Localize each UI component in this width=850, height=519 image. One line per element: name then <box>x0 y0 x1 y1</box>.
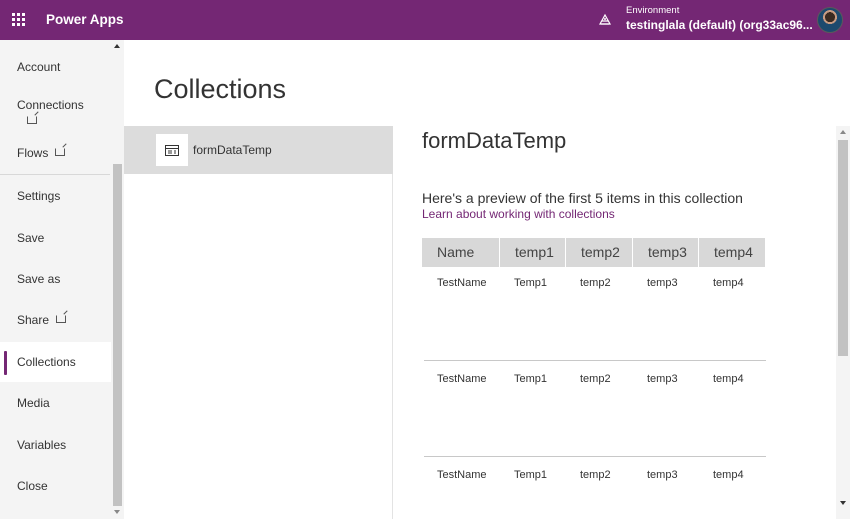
table-cell: temp2 <box>580 277 611 289</box>
nav-item-share[interactable]: Share <box>0 300 111 340</box>
table-cell: temp4 <box>713 373 744 385</box>
external-link-icon <box>27 116 37 124</box>
nav-item-label: Save <box>17 231 45 245</box>
nav-divider <box>0 174 110 175</box>
nav-item-variables[interactable]: Variables <box>0 425 111 465</box>
table-cell: temp3 <box>647 373 678 385</box>
table-cell: temp3 <box>647 277 678 289</box>
nav-item-label: Account <box>17 60 61 74</box>
scrollbar-thumb[interactable] <box>113 164 122 506</box>
nav-item-save-as[interactable]: Save as <box>0 259 111 299</box>
nav-item-media[interactable]: Media <box>0 383 111 423</box>
environment-icon <box>598 13 612 25</box>
table-cell: Temp1 <box>514 469 548 481</box>
waffle-icon[interactable] <box>12 13 26 27</box>
scroll-down-arrow-icon[interactable] <box>840 501 846 505</box>
nav-item-label: Close <box>17 479 48 493</box>
preview-table: Name temp1 temp2 temp3 temp4 TestName Te… <box>422 238 766 519</box>
table-cell: temp2 <box>580 373 611 385</box>
external-link-icon <box>55 148 66 156</box>
nav-item-label: Connections <box>17 98 84 112</box>
table-cell: temp2 <box>580 469 611 481</box>
collection-item[interactable]: formDataTemp <box>124 126 393 174</box>
column-header[interactable]: temp1 <box>500 238 566 267</box>
nav-item-label: Variables <box>17 438 67 452</box>
left-nav: Account Connections Flows Settings Save … <box>0 40 124 519</box>
nav-item-label: Share <box>17 313 50 327</box>
scroll-down-arrow-icon[interactable] <box>114 510 120 514</box>
table-cell: Temp1 <box>514 277 548 289</box>
user-avatar[interactable] <box>817 7 843 33</box>
nav-item-collections[interactable]: Collections <box>0 342 111 382</box>
collection-name: formDataTemp <box>193 143 272 157</box>
content-scrollbar[interactable] <box>836 126 850 519</box>
external-link-icon <box>56 315 67 323</box>
row-divider <box>424 360 766 361</box>
nav-item-settings[interactable]: Settings <box>0 176 111 216</box>
collection-list: formDataTemp <box>124 126 393 519</box>
column-header[interactable]: Name <box>422 238 500 267</box>
nav-item-account[interactable]: Account <box>0 47 111 87</box>
column-header[interactable]: temp3 <box>633 238 699 267</box>
nav-item-label: Collections <box>17 355 76 369</box>
nav-scrollbar[interactable] <box>111 40 124 519</box>
scroll-up-arrow-icon[interactable] <box>840 130 846 134</box>
table-icon <box>156 134 188 166</box>
table-cell: temp3 <box>647 469 678 481</box>
nav-item-close[interactable]: Close <box>0 466 111 506</box>
environment-name[interactable]: testinglala (default) (org33ac96... <box>626 18 813 32</box>
scroll-up-arrow-icon[interactable] <box>114 44 120 48</box>
table-cell: Temp1 <box>514 373 548 385</box>
nav-item-label: Settings <box>17 189 61 203</box>
row-divider <box>424 456 766 457</box>
top-bar: Power Apps Environment testinglala (defa… <box>0 0 850 40</box>
nav-item-label: Flows <box>17 146 49 160</box>
collection-detail-title: formDataTemp <box>422 128 567 153</box>
environment-label: Environment <box>626 5 680 16</box>
table-cell: temp4 <box>713 469 744 481</box>
table-cell: TestName <box>437 277 487 289</box>
table-cell: TestName <box>437 373 487 385</box>
app-title[interactable]: Power Apps <box>46 12 124 27</box>
preview-description: Here's a preview of the first 5 items in… <box>422 190 743 206</box>
nav-item-label: Save as <box>17 272 61 286</box>
page-title: Collections <box>154 74 287 104</box>
table-cell: TestName <box>437 469 487 481</box>
learn-more-link[interactable]: Learn about working with collections <box>422 207 615 221</box>
nav-item-label: Media <box>17 396 50 410</box>
nav-item-connections[interactable]: Connections <box>0 85 111 129</box>
nav-item-save[interactable]: Save <box>0 218 111 258</box>
scrollbar-thumb[interactable] <box>838 140 848 356</box>
column-header[interactable]: temp2 <box>566 238 633 267</box>
nav-item-flows[interactable]: Flows <box>0 133 111 173</box>
table-header: Name temp1 temp2 temp3 temp4 <box>422 238 766 267</box>
column-header[interactable]: temp4 <box>699 238 766 267</box>
table-cell: temp4 <box>713 277 744 289</box>
